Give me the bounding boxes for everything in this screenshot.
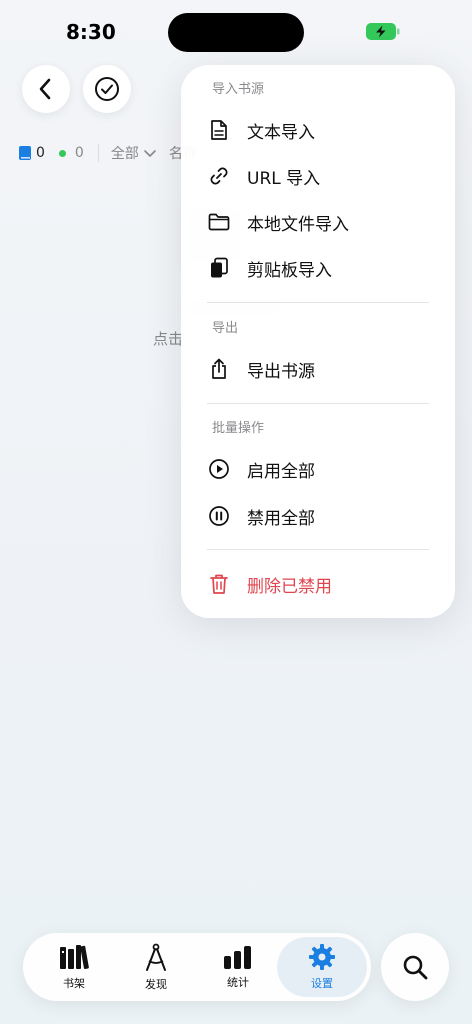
link-icon: [210, 167, 228, 185]
menu-item-label: URL 导入: [247, 168, 321, 189]
compass-icon: [146, 943, 166, 971]
menu-item-label: 禁用全部: [247, 508, 315, 529]
menu-item-local-file-import[interactable]: 本地文件导入: [207, 204, 437, 240]
checkmark-circle-icon: [95, 77, 119, 101]
tab-label: 设置: [311, 977, 333, 990]
menu-item-disable-all[interactable]: 禁用全部: [207, 498, 437, 534]
import-menu: 导入书源 文本导入 URL 导入 本地文件导入 剪贴板导入 导出 导出书源 批量…: [181, 65, 455, 618]
menu-item-label: 本地文件导入: [247, 214, 349, 235]
enabled-count: 0: [74, 145, 84, 161]
batch-section-title: 批量操作: [212, 421, 265, 436]
trash-icon: [210, 574, 228, 594]
tab-stats[interactable]: 统计: [197, 933, 279, 1001]
tab-label: 书架: [63, 977, 85, 990]
empty-state-hint: 点击: [153, 330, 184, 348]
menu-divider: [207, 302, 429, 303]
status-time: 8:30: [66, 20, 116, 44]
enabled-dot: [58, 149, 66, 157]
book-count: 0: [36, 145, 45, 161]
battery-charging-icon: [366, 23, 400, 40]
play-circle-icon: [209, 459, 229, 479]
search-button[interactable]: [381, 933, 449, 1001]
menu-item-delete-disabled[interactable]: 删除已禁用: [207, 566, 437, 602]
tab-discover[interactable]: 发现: [115, 933, 197, 1001]
tab-bookshelf[interactable]: 书架: [33, 933, 115, 1001]
filter-divider: [97, 144, 99, 162]
menu-item-export-sources[interactable]: 导出书源: [207, 351, 437, 387]
filter-bar: 0 0 全部 名称: [18, 143, 197, 163]
menu-item-text-import[interactable]: 文本导入: [207, 112, 437, 148]
back-button[interactable]: [22, 65, 70, 113]
dynamic-island: [168, 13, 304, 52]
folder-icon: [208, 213, 230, 231]
menu-item-label: 导出书源: [247, 361, 315, 382]
chevron-left-icon: [39, 78, 51, 100]
menu-divider: [207, 549, 429, 550]
menu-divider: [207, 403, 429, 404]
bar-chart-icon: [224, 946, 251, 969]
menu-item-clipboard-import[interactable]: 剪贴板导入: [207, 250, 437, 286]
gear-icon: [309, 944, 335, 970]
menu-item-enable-all[interactable]: 启用全部: [207, 451, 437, 487]
menu-item-label: 删除已禁用: [247, 576, 332, 597]
menu-item-label: 启用全部: [247, 461, 315, 482]
menu-item-label: 剪贴板导入: [247, 260, 332, 281]
chevron-down-icon: [144, 150, 156, 158]
tab-label: 统计: [227, 976, 249, 989]
clipboard-icon: [211, 257, 228, 278]
share-icon: [212, 358, 226, 379]
pause-circle-icon: [209, 506, 229, 526]
tab-label: 发现: [145, 978, 167, 991]
tab-settings[interactable]: 设置: [277, 937, 367, 997]
export-section-title: 导出: [212, 321, 239, 336]
tab-bar: 书架 发现 统计 设置: [23, 933, 371, 1001]
filter-dropdown[interactable]: 全部: [111, 143, 157, 163]
search-icon: [403, 955, 428, 980]
book-icon: [19, 146, 31, 160]
filter-label: 全部: [110, 146, 139, 162]
bookshelf-icon: [60, 945, 89, 970]
document-icon: [211, 120, 227, 140]
import-section-title: 导入书源: [212, 82, 265, 97]
menu-item-url-import[interactable]: URL 导入: [207, 158, 437, 194]
menu-item-label: 文本导入: [247, 122, 315, 143]
select-button[interactable]: [83, 65, 131, 113]
